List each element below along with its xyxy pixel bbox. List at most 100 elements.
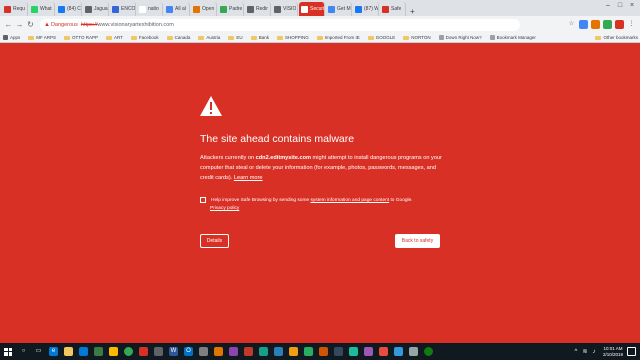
task-view-icon[interactable]: ▭	[34, 347, 43, 356]
address-bar[interactable]: ▲ Dangerous https:// www.visionaryartexh…	[40, 18, 520, 31]
chrome-icon[interactable]	[124, 347, 133, 356]
app-icon[interactable]	[139, 347, 148, 356]
bookmark-item[interactable]: Facebook	[130, 35, 159, 40]
bookmark-item[interactable]: SHOPPING	[276, 35, 309, 40]
bookmark-item[interactable]: EU	[228, 35, 243, 40]
bookmark-item[interactable]: Bank	[250, 35, 269, 40]
app-icon[interactable]	[409, 347, 418, 356]
browser-tab[interactable]: ENCO	[110, 2, 136, 16]
bookmark-item[interactable]: MF ARPS	[28, 35, 56, 40]
browser-tab[interactable]: Redir	[245, 2, 271, 16]
folder-icon	[198, 35, 205, 40]
browser-tab[interactable]: Open	[191, 2, 217, 16]
browser-tab[interactable]: VISIO	[272, 2, 298, 16]
warning-message: Attackers currently on cdn2.editmysite.c…	[200, 153, 450, 183]
browser-tab[interactable]: What	[29, 2, 55, 16]
browser-tab[interactable]: (84) C	[56, 2, 82, 16]
folder-icon	[130, 35, 137, 40]
bookmark-item[interactable]: OTTO RAPP	[64, 35, 98, 40]
favicon-icon	[139, 5, 146, 13]
app-icon[interactable]	[349, 347, 358, 356]
tab-label: Open	[202, 6, 215, 12]
xbox-icon[interactable]	[424, 347, 433, 356]
app-icon[interactable]	[154, 347, 163, 356]
favicon-icon	[355, 5, 362, 13]
privacy-policy-link[interactable]: Privacy policy	[210, 206, 239, 211]
app-icon[interactable]	[319, 347, 328, 356]
browser-tab[interactable]: Safe	[380, 2, 406, 16]
bookmark-item[interactable]: ART	[105, 35, 123, 40]
extension-icon[interactable]	[615, 20, 624, 29]
outlook-icon[interactable]: O	[184, 347, 193, 356]
details-button[interactable]: Details	[200, 234, 229, 248]
system-info-link[interactable]: system information and page content	[310, 198, 389, 203]
chevron-up-icon[interactable]: ^	[573, 349, 579, 355]
search-icon[interactable]: ○	[19, 347, 28, 356]
browser-tab[interactable]: Padre	[218, 2, 244, 16]
app-icon[interactable]	[289, 347, 298, 356]
browser-tab[interactable]: (87) W	[353, 2, 379, 16]
bookmark-item[interactable]: Down Right Now?	[438, 35, 482, 40]
reload-icon[interactable]: ↻	[25, 19, 36, 30]
word-icon[interactable]: W	[169, 347, 178, 356]
bookmark-item[interactable]: Imported From IE	[316, 35, 360, 40]
bookmark-item[interactable]: GOOGLE	[367, 35, 395, 40]
browser-tab[interactable]: Securi	[299, 2, 325, 16]
favicon-icon	[220, 5, 227, 13]
app-icon[interactable]	[199, 347, 208, 356]
app-icon[interactable]	[229, 347, 238, 356]
extension-icon[interactable]	[579, 20, 588, 29]
learn-more-link[interactable]: Learn more	[234, 175, 263, 181]
browser-tab[interactable]: Requ	[2, 2, 28, 16]
extension-icon[interactable]	[591, 20, 600, 29]
bookmark-label: MF ARPS	[36, 35, 57, 40]
app-icon[interactable]	[379, 347, 388, 356]
store-icon[interactable]	[79, 347, 88, 356]
favicon-icon	[31, 5, 38, 13]
back-icon[interactable]: ←	[3, 19, 14, 30]
extension-icon[interactable]	[603, 20, 612, 29]
file-explorer-icon[interactable]	[64, 347, 73, 356]
app-icon[interactable]	[109, 347, 118, 356]
bookmark-item[interactable]: Apps	[3, 35, 20, 40]
opt-in-checkbox[interactable]	[200, 197, 206, 203]
app-icon[interactable]	[364, 347, 373, 356]
bookmark-item[interactable]: Austria	[198, 35, 220, 40]
notification-icon[interactable]	[627, 347, 636, 356]
bookmark-item[interactable]: Canada	[166, 35, 190, 40]
close-icon[interactable]: ×	[626, 1, 638, 11]
forward-icon[interactable]: →	[14, 19, 25, 30]
browser-tab[interactable]: Get M	[326, 2, 352, 16]
app-icon[interactable]	[214, 347, 223, 356]
folder-icon	[403, 35, 410, 40]
back-to-safety-button[interactable]: Back to safety	[395, 234, 440, 248]
dangerous-chip[interactable]: ▲ Dangerous	[44, 22, 78, 28]
clock[interactable]: 10:01 AM 2/10/2019	[603, 346, 623, 358]
edge-icon[interactable]: e	[49, 347, 58, 356]
app-icon[interactable]	[334, 347, 343, 356]
browser-tab[interactable]: Jagua	[83, 2, 109, 16]
minimize-icon[interactable]: –	[602, 1, 614, 11]
new-tab-icon[interactable]: +	[410, 7, 415, 16]
bookmark-label: Imported From IE	[324, 35, 360, 40]
network-icon[interactable]: ≋	[582, 349, 588, 355]
app-icon[interactable]	[244, 347, 253, 356]
menu-icon[interactable]: ⋮	[627, 20, 636, 29]
app-icon[interactable]	[274, 347, 283, 356]
bookmark-item[interactable]: Bookmark Manager	[489, 35, 536, 40]
volume-icon[interactable]: ♪	[591, 349, 597, 355]
browser-tab[interactable]: All al	[164, 2, 190, 16]
bookmark-item[interactable]: NORTON	[403, 35, 431, 40]
browser-tab[interactable]: natio	[137, 2, 163, 16]
app-icon[interactable]	[94, 347, 103, 356]
maximize-icon[interactable]: □	[614, 1, 626, 11]
tab-label: All al	[175, 6, 186, 12]
app-icon[interactable]	[304, 347, 313, 356]
start-button[interactable]	[0, 343, 16, 360]
bookmark-label: Down Right Now?	[445, 35, 482, 40]
star-icon[interactable]: ☆	[567, 20, 576, 29]
other-bookmarks[interactable]: Other bookmarks	[595, 35, 638, 40]
app-icon[interactable]	[259, 347, 268, 356]
app-icon[interactable]	[394, 347, 403, 356]
tab-label: Safe	[391, 6, 402, 12]
